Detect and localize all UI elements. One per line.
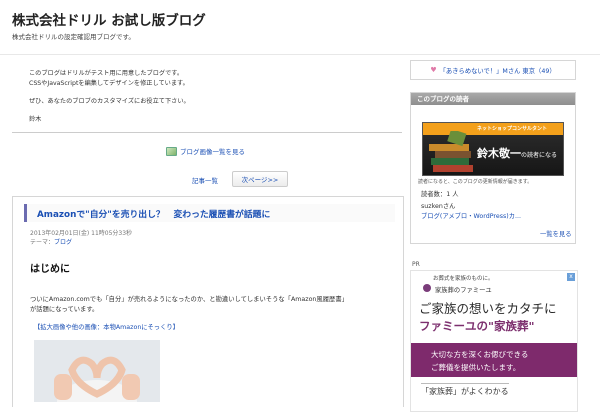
intro-line: このブログはドリルがテスト用に用意したブログです。: [29, 70, 184, 77]
enlarge-image-link[interactable]: 【拡大画像や他の画像：本物Amazonにそっくり】: [34, 322, 179, 331]
ad-headline: ご家族の想いをカタチに: [419, 301, 557, 316]
image-list-label: ブログ画像一覧を見る: [180, 148, 245, 156]
books-icon: [429, 131, 473, 172]
image-icon: [166, 146, 177, 156]
banner-consultant-label: ネットショップコンサルタント: [477, 126, 548, 132]
intro-signature: 鈴木: [29, 116, 42, 123]
header-divider: [0, 54, 600, 55]
reader-request-link[interactable]: ♥ 「あきらめないで！」Mさん 東京（49）: [410, 60, 576, 80]
pr-label: PR: [412, 261, 420, 268]
heart-icon: ♥: [430, 66, 437, 74]
heart-hands-illustration: [34, 340, 160, 402]
reader-blog-link[interactable]: ブログ(アメブロ・WordPress)カ...: [421, 211, 521, 220]
banner-name: 鈴木敬一の読者になる: [477, 145, 557, 161]
ad-close-icon[interactable]: x: [567, 273, 575, 281]
ad-message-line: 大切な方を深くお偲びできる: [431, 350, 529, 359]
ad-logo-icon: [423, 284, 431, 292]
become-reader-banner[interactable]: ネットショップコンサルタント 鈴木敬一の読者になる: [422, 122, 564, 176]
ad-brand: 家族葬のファミーユ: [435, 287, 492, 294]
article-photo[interactable]: [34, 340, 160, 402]
funeral-ad-banner[interactable]: お葬式を家族のものに。 家族葬のファミーユ x ご家族の想いをカタチに ファミー…: [410, 270, 578, 412]
theme-label: テーマ：: [30, 239, 55, 246]
readers-note: 読者になると、このブログの更新情報が届きます。: [418, 179, 533, 185]
ad-headline-brand: ファミーユの"家族葬": [419, 319, 535, 333]
next-page-button[interactable]: 次ページ>>: [232, 171, 288, 187]
article-list-link[interactable]: 記事一覧: [192, 175, 218, 185]
reader-request-label: 「あきらめないで！」Mさん 東京（49）: [439, 67, 556, 75]
intro-message-box: このブログはドリルがテスト用に用意したブログです。 CSSやJavaScript…: [12, 60, 402, 133]
intro-line: ぜひ、あなたのブロブのカスタマイズにお役立て下さい。: [29, 98, 190, 105]
blog-subtitle: 株式会社ドリルの設定確認用ブログです。: [12, 33, 135, 41]
intro-line: CSSやJavaScriptを編集してデザインを修正しています。: [29, 80, 189, 87]
banner-suffix: の読者になる: [521, 152, 558, 159]
blog-title[interactable]: 株式会社ドリル お試し版ブログ: [12, 9, 206, 29]
ad-message-band: 大切な方を深くお偲びできる ご葬儀を提供いたします。: [411, 343, 577, 377]
reader-list-link[interactable]: 一覧を見る: [540, 229, 571, 238]
article-date: 2013年02月01日(金) 11時05分33秒: [30, 230, 133, 237]
article-theme: テーマ：ブログ: [30, 237, 72, 246]
article-title-link[interactable]: Amazonで"自分"を売り出し？ 変わった履歴書が話題に: [37, 207, 270, 220]
section-heading: はじめに: [30, 264, 70, 275]
image-list-link[interactable]: ブログ画像一覧を見る: [166, 146, 245, 156]
ad-footer: 「家族葬」がよくわかる: [421, 383, 509, 397]
reader-count: 読者数：1 人: [421, 191, 459, 198]
ad-message-line: ご葬儀を提供いたします。: [431, 363, 521, 372]
banner-name-text: 鈴木敬一: [477, 147, 521, 160]
ad-tagline: お葬式を家族のものに。: [433, 276, 494, 282]
theme-link[interactable]: ブログ: [54, 239, 72, 246]
readers-heading: このブログの読者: [411, 93, 575, 105]
article-body-text: が話題になっています。: [30, 306, 99, 313]
article-body-text: ついにAmazon.comでも「自分」が売れるようになったのか、と勘違いしてしま…: [30, 296, 348, 303]
reader-name: suzkenさん: [421, 203, 456, 210]
article-title-bar: Amazonで"自分"を売り出し？ 変わった履歴書が話題に: [24, 204, 395, 222]
